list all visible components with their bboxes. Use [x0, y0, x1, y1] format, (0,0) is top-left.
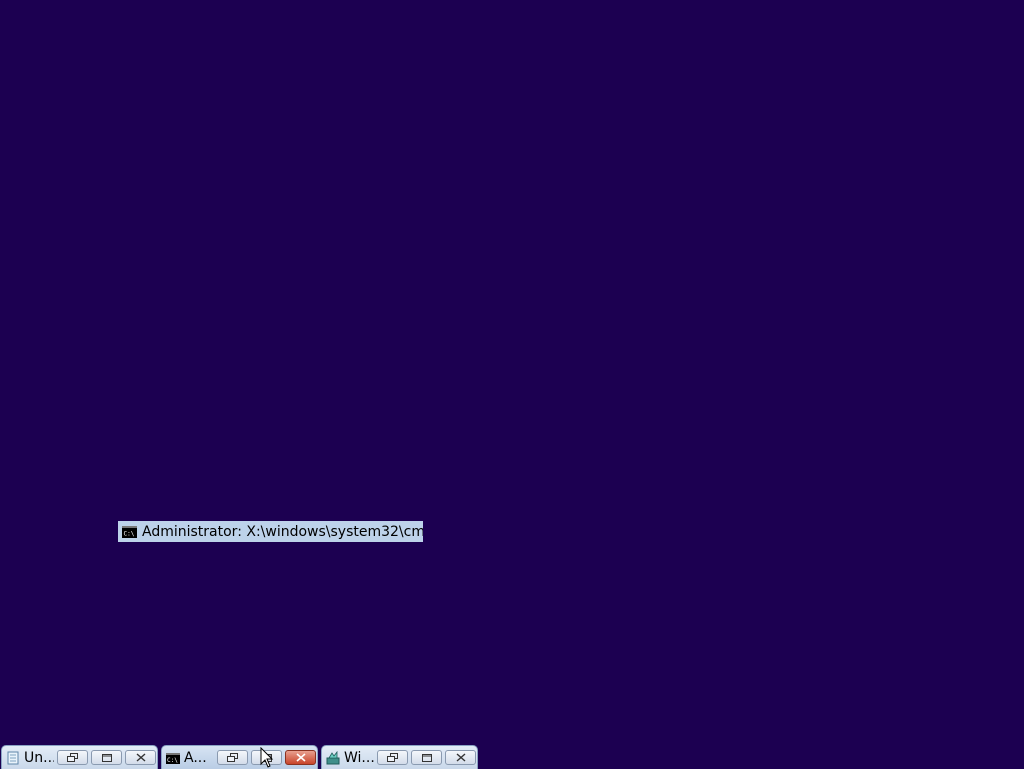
- restore-button[interactable]: [217, 750, 248, 765]
- close-button[interactable]: [285, 750, 316, 765]
- mouse-cursor-icon: [260, 747, 274, 768]
- minimized-window-cmd[interactable]: C:\ A...: [161, 745, 318, 769]
- close-button[interactable]: [445, 750, 476, 765]
- minimized-window-label: A...: [184, 749, 207, 766]
- close-button[interactable]: [125, 750, 156, 765]
- cmd-icon: C:\: [122, 525, 137, 538]
- minimized-window-untitled[interactable]: Un...: [1, 745, 158, 769]
- restore-button[interactable]: [57, 750, 88, 765]
- svg-text:C:\: C:\: [167, 757, 178, 764]
- cmd-icon: C:\: [166, 752, 180, 764]
- svg-text:C:\: C:\: [124, 530, 135, 537]
- dragged-window-title: Administrator: X:\windows\system32\cmd.: [142, 523, 423, 540]
- setup-icon: [326, 750, 340, 764]
- maximize-button[interactable]: [91, 750, 122, 765]
- maximize-icon: [421, 753, 432, 762]
- restore-icon: [227, 753, 238, 762]
- notepad-icon: [7, 751, 19, 764]
- restore-icon: [67, 753, 78, 762]
- desktop-background: C:\ Administrator: X:\windows\system32\c…: [0, 0, 1024, 769]
- close-icon: [456, 753, 465, 762]
- minimized-window-label: Un...: [24, 749, 54, 766]
- minimized-window-setup[interactable]: Wi...: [321, 745, 478, 769]
- close-icon: [136, 753, 145, 762]
- dragged-window-title-bar[interactable]: C:\ Administrator: X:\windows\system32\c…: [118, 521, 423, 542]
- close-icon: [295, 753, 306, 762]
- restore-button[interactable]: [377, 750, 408, 765]
- maximize-button[interactable]: [411, 750, 442, 765]
- restore-icon: [387, 753, 398, 762]
- maximize-icon: [101, 753, 112, 762]
- minimized-window-label: Wi...: [344, 749, 374, 766]
